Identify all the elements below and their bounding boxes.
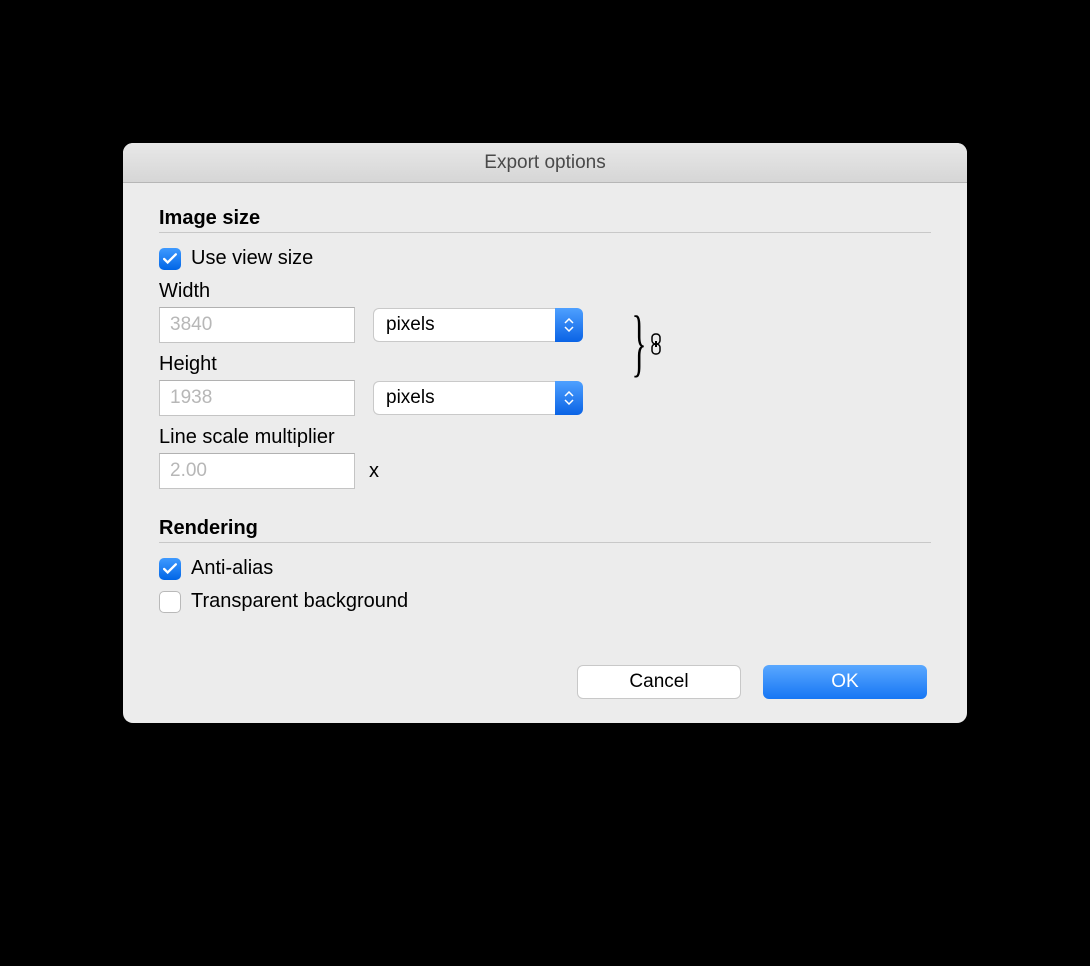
- ok-button[interactable]: OK: [763, 665, 927, 699]
- width-row: pixels: [159, 307, 931, 343]
- use-view-size-label: Use view size: [191, 247, 313, 270]
- width-label: Width: [159, 280, 931, 303]
- height-label: Height: [159, 353, 931, 376]
- dialog-titlebar: Export options: [123, 143, 967, 183]
- updown-arrows-icon: [555, 381, 583, 415]
- width-input[interactable]: [159, 307, 355, 343]
- anti-alias-checkbox[interactable]: [159, 558, 181, 580]
- line-scale-input[interactable]: [159, 453, 355, 489]
- image-size-heading: Image size: [159, 207, 931, 233]
- rendering-heading: Rendering: [159, 517, 931, 543]
- line-scale-row: x: [159, 453, 931, 489]
- cancel-button[interactable]: Cancel: [577, 665, 741, 699]
- height-unit-select[interactable]: pixels: [373, 381, 583, 415]
- transparent-bg-row: Transparent background: [159, 590, 931, 613]
- height-unit-value: pixels: [373, 381, 555, 415]
- line-scale-suffix: x: [369, 460, 379, 483]
- updown-arrows-icon: [555, 308, 583, 342]
- dialog-buttons: Cancel OK: [159, 665, 931, 699]
- export-options-dialog: Export options Image size Use view size …: [123, 143, 967, 723]
- transparent-bg-label: Transparent background: [191, 590, 408, 613]
- check-icon: [163, 253, 177, 265]
- use-view-size-row: Use view size: [159, 247, 931, 270]
- height-input[interactable]: [159, 380, 355, 416]
- transparent-bg-checkbox[interactable]: [159, 591, 181, 613]
- line-scale-label: Line scale multiplier: [159, 426, 931, 449]
- width-unit-select[interactable]: pixels: [373, 308, 583, 342]
- height-row: pixels: [159, 380, 931, 416]
- use-view-size-checkbox[interactable]: [159, 248, 181, 270]
- check-icon: [163, 563, 177, 575]
- anti-alias-label: Anti-alias: [191, 557, 273, 580]
- dialog-content: Image size Use view size } Width: [123, 183, 967, 723]
- anti-alias-row: Anti-alias: [159, 557, 931, 580]
- width-unit-value: pixels: [373, 308, 555, 342]
- dimension-fields: } Width pixels Height: [159, 280, 931, 489]
- dialog-title: Export options: [484, 152, 605, 174]
